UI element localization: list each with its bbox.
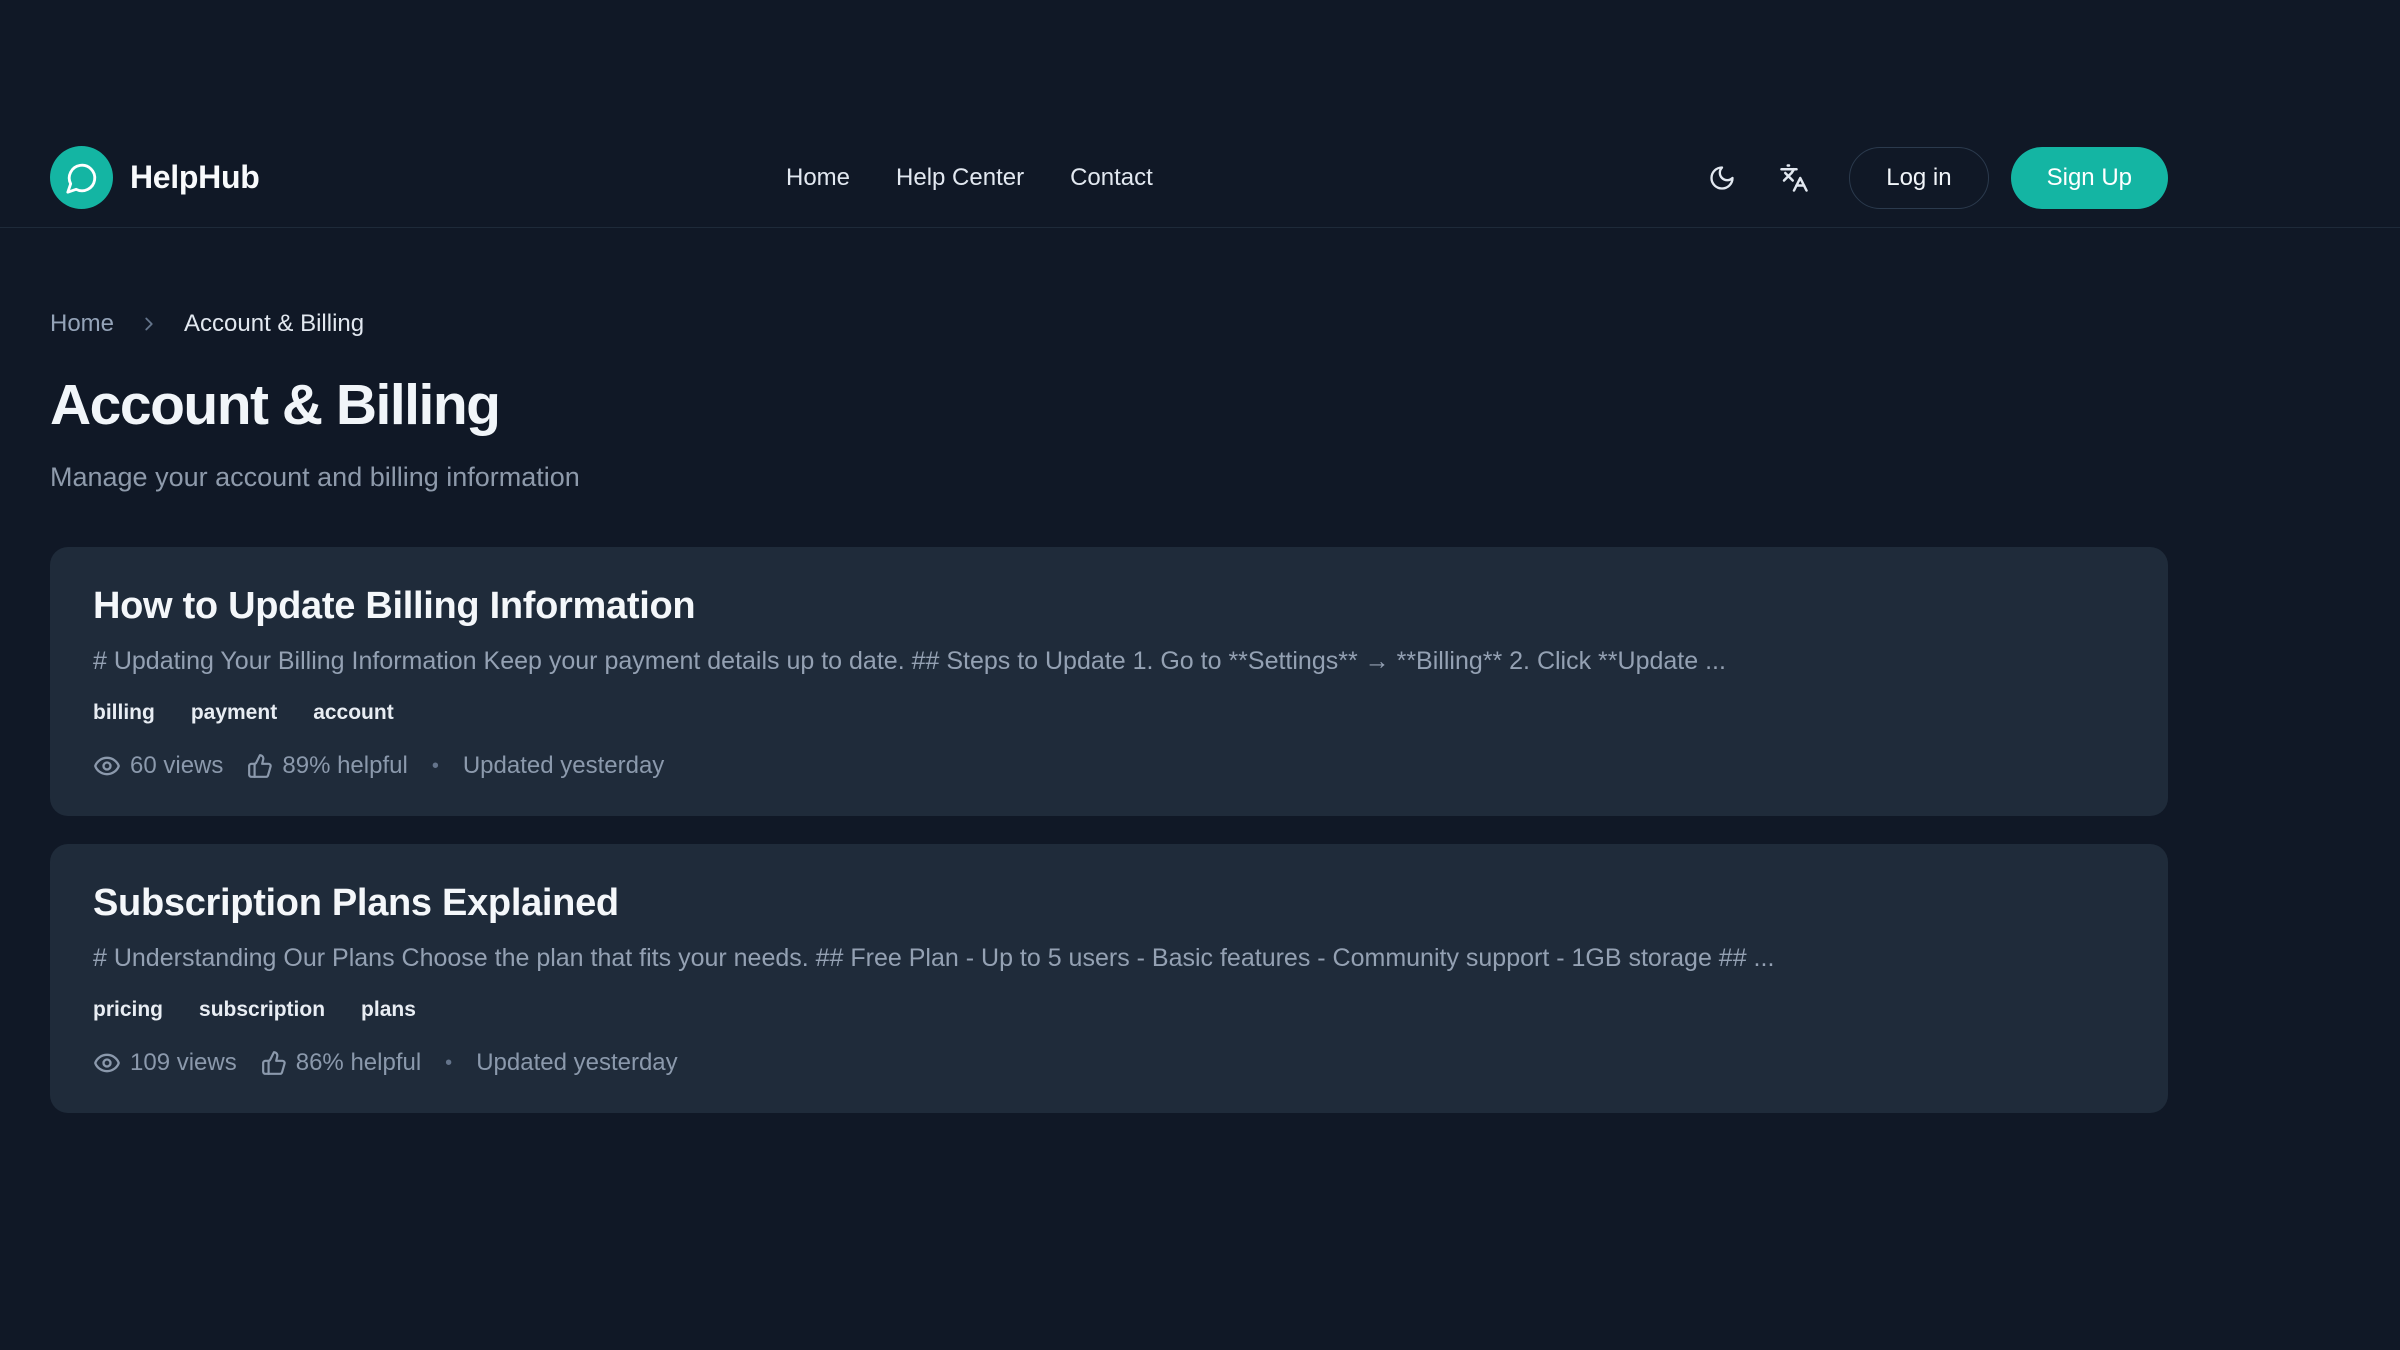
chat-bubble-icon bbox=[50, 146, 113, 209]
languages-icon bbox=[1779, 163, 1809, 193]
helpful-stat: 86% helpful bbox=[261, 1049, 421, 1077]
article-meta: 109 views 86% helpful • Updated yesterda… bbox=[93, 1049, 2125, 1077]
nav-link-home[interactable]: Home bbox=[786, 164, 850, 192]
article-meta: 60 views 89% helpful • Updated yesterday bbox=[93, 752, 2125, 780]
helpful-percent: 89% helpful bbox=[282, 752, 407, 780]
page-title: Account & Billing bbox=[50, 372, 2168, 438]
article-tags: billing payment account bbox=[93, 701, 2125, 725]
moon-icon bbox=[1708, 164, 1736, 192]
article-excerpt: # Updating Your Billing Information Keep… bbox=[93, 647, 2125, 676]
article-card[interactable]: How to Update Billing Information # Upda… bbox=[50, 547, 2168, 816]
nav-link-contact[interactable]: Contact bbox=[1070, 164, 1153, 192]
views-count: 60 views bbox=[130, 752, 223, 780]
tag-badge: plans bbox=[361, 998, 416, 1022]
views-stat: 60 views bbox=[93, 752, 223, 780]
header-inner: HelpHub Home Help Center Contact bbox=[50, 0, 2168, 227]
tag-badge: subscription bbox=[199, 998, 325, 1022]
updated-text: Updated yesterday bbox=[476, 1049, 677, 1077]
page-subtitle: Manage your account and billing informat… bbox=[50, 462, 2168, 493]
meta-separator: • bbox=[432, 755, 439, 778]
article-excerpt: # Understanding Our Plans Choose the pla… bbox=[93, 944, 2125, 973]
breadcrumb-current: Account & Billing bbox=[184, 310, 364, 338]
header-actions: Log in Sign Up bbox=[1701, 128, 2168, 227]
thumbs-up-icon bbox=[247, 753, 273, 779]
views-count: 109 views bbox=[130, 1049, 237, 1077]
tag-badge: payment bbox=[191, 701, 277, 725]
tag-badge: billing bbox=[93, 701, 155, 725]
main-nav: Home Help Center Contact bbox=[786, 128, 1153, 227]
helpful-stat: 89% helpful bbox=[247, 752, 407, 780]
breadcrumb-home-link[interactable]: Home bbox=[50, 310, 114, 338]
tag-badge: account bbox=[313, 701, 394, 725]
breadcrumb: Home Account & Billing bbox=[50, 310, 2168, 338]
eye-icon bbox=[93, 752, 121, 780]
main-content: Home Account & Billing Account & Billing… bbox=[50, 310, 2168, 1113]
login-button[interactable]: Log in bbox=[1849, 147, 1988, 209]
article-tags: pricing subscription plans bbox=[93, 998, 2125, 1022]
signup-button[interactable]: Sign Up bbox=[2011, 147, 2168, 209]
article-title[interactable]: How to Update Billing Information bbox=[93, 585, 2125, 628]
article-title[interactable]: Subscription Plans Explained bbox=[93, 882, 2125, 925]
brand-name: HelpHub bbox=[130, 159, 259, 196]
nav-link-help-center[interactable]: Help Center bbox=[896, 164, 1024, 192]
views-stat: 109 views bbox=[93, 1049, 237, 1077]
site-header: HelpHub Home Help Center Contact bbox=[0, 0, 2400, 228]
theme-toggle-button[interactable] bbox=[1701, 157, 1743, 199]
meta-separator: • bbox=[445, 1052, 452, 1075]
updated-text: Updated yesterday bbox=[463, 752, 664, 780]
language-button[interactable] bbox=[1773, 157, 1815, 199]
chevron-right-icon bbox=[138, 313, 160, 335]
eye-icon bbox=[93, 1049, 121, 1077]
article-card[interactable]: Subscription Plans Explained # Understan… bbox=[50, 844, 2168, 1113]
helpful-percent: 86% helpful bbox=[296, 1049, 421, 1077]
thumbs-up-icon bbox=[261, 1050, 287, 1076]
article-list: How to Update Billing Information # Upda… bbox=[50, 547, 2168, 1113]
tag-badge: pricing bbox=[93, 998, 163, 1022]
